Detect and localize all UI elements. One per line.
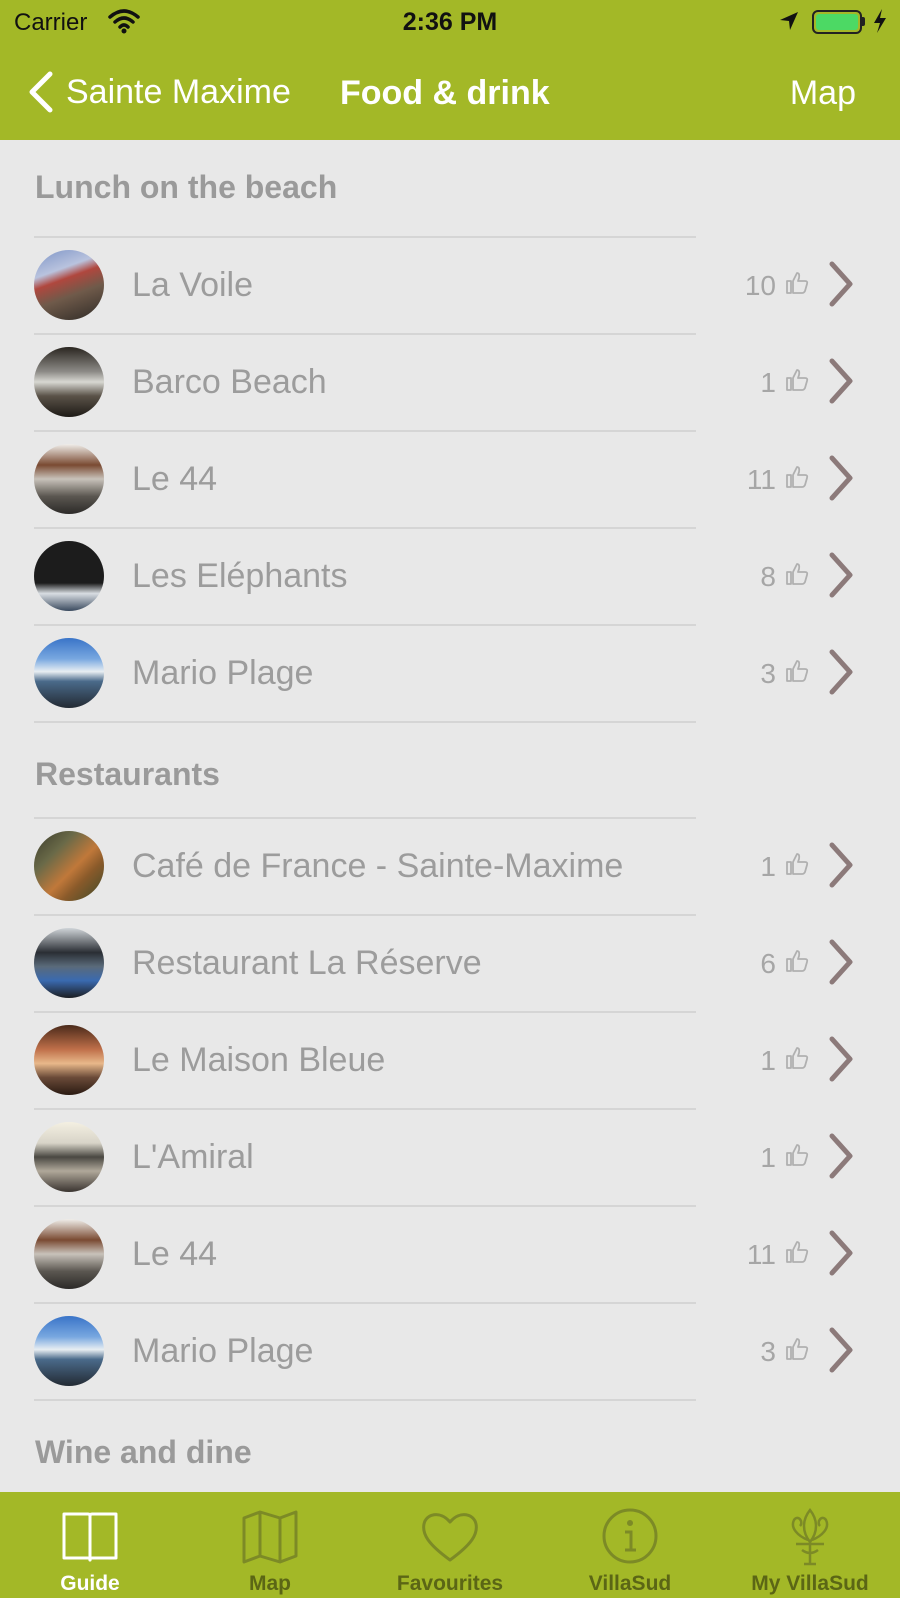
tab-guide[interactable]: Guide <box>0 1492 180 1598</box>
info-icon <box>602 1508 658 1564</box>
book-icon <box>62 1512 118 1562</box>
list-item[interactable]: L'Amiral 1 <box>0 1108 900 1205</box>
like-count: 3 <box>760 1336 776 1367</box>
chevron-right-icon <box>829 1230 853 1276</box>
tab-label: Favourites <box>396 1572 504 1595</box>
place-name: Café de France - Sainte-Maxime <box>132 847 624 885</box>
place-name: Le Maison Bleue <box>132 1041 386 1079</box>
chevron-right-icon <box>829 649 853 695</box>
like-count: 10 <box>744 270 776 301</box>
section-header-restaurants: Restaurants <box>35 756 220 792</box>
chevron-right-icon <box>829 1036 853 1082</box>
place-thumbnail <box>34 250 104 320</box>
tab-label: VillaSud <box>588 1572 672 1595</box>
place-thumbnail <box>34 444 104 514</box>
list-item[interactable]: Les Eléphants 8 <box>0 527 900 624</box>
back-chevron-icon <box>29 71 53 113</box>
thumbs-up-icon <box>786 853 809 875</box>
back-button[interactable]: Sainte Maxime <box>26 68 291 116</box>
like-count: 3 <box>760 658 776 689</box>
thumbs-up-icon <box>786 563 809 585</box>
thumbs-up-icon <box>786 466 809 488</box>
place-thumbnail <box>34 1025 104 1095</box>
like-count: 1 <box>760 367 776 398</box>
section-header-wine: Wine and dine <box>35 1434 252 1470</box>
section-header-lunch: Lunch on the beach <box>35 169 338 205</box>
place-name: Restaurant La Réserve <box>132 944 482 982</box>
place-thumbnail <box>34 1122 104 1192</box>
thumbs-up-icon <box>786 1144 809 1166</box>
status-bar: Carrier 2:36 PM <box>0 0 900 44</box>
like-count: 1 <box>760 1045 776 1076</box>
place-name: L'Amiral <box>132 1138 254 1176</box>
list-item[interactable]: La Voile 10 <box>0 236 900 333</box>
thumbs-up-icon <box>786 369 809 391</box>
list-item[interactable]: Le Maison Bleue 1 <box>0 1011 900 1108</box>
place-name: Le 44 <box>132 1235 218 1273</box>
place-thumbnail <box>34 928 104 998</box>
list-item[interactable]: Barco Beach 1 <box>0 333 900 430</box>
place-name: Les Eléphants <box>132 557 348 595</box>
thumbs-up-icon <box>786 272 809 294</box>
tab-villasud[interactable]: VillaSud <box>540 1492 720 1598</box>
like-count: 8 <box>760 561 776 592</box>
list-item[interactable]: Café de France - Sainte-Maxime 1 <box>0 817 900 914</box>
like-count: 1 <box>760 1142 776 1173</box>
place-list[interactable]: Lunch on the beach La Voile 10 Barco Bea… <box>0 140 900 1492</box>
list-item[interactable]: Mario Plage 3 <box>0 1302 900 1401</box>
tab-map[interactable]: Map <box>180 1492 360 1598</box>
map-icon <box>242 1510 298 1564</box>
like-count: 11 <box>746 1239 776 1270</box>
chevron-right-icon <box>829 552 853 598</box>
navigation-bar: Sainte Maxime Food & drink Map <box>0 44 900 140</box>
thumbs-up-icon <box>786 1338 809 1360</box>
list-item[interactable]: Le 44 11 <box>0 430 900 527</box>
chevron-right-icon <box>829 1327 853 1373</box>
like-count: 6 <box>760 948 776 979</box>
list-item[interactable]: Restaurant La Réserve 6 <box>0 914 900 1011</box>
like-count: 11 <box>746 464 776 495</box>
status-time: 2:36 PM <box>402 8 498 36</box>
place-thumbnail <box>34 347 104 417</box>
chevron-right-icon <box>829 939 853 985</box>
tab-my-villasud[interactable]: My VillaSud <box>720 1492 900 1598</box>
map-button[interactable]: Map <box>790 74 856 113</box>
place-name: Le 44 <box>132 460 218 498</box>
battery-icon <box>812 10 862 34</box>
place-thumbnail <box>34 1219 104 1289</box>
place-thumbnail <box>34 1316 104 1386</box>
thumbs-up-icon <box>786 1047 809 1069</box>
tab-label: My VillaSud <box>751 1572 869 1595</box>
page-title: Food & drink <box>340 74 550 112</box>
place-name: Barco Beach <box>132 363 327 401</box>
like-count: 1 <box>760 851 776 882</box>
chevron-right-icon <box>829 455 853 501</box>
thumbs-up-icon <box>786 950 809 972</box>
chevron-right-icon <box>829 358 853 404</box>
fleur-de-lis-icon <box>791 1507 829 1566</box>
chevron-right-icon <box>829 1133 853 1179</box>
place-thumbnail <box>34 638 104 708</box>
list-item[interactable]: Mario Plage 3 <box>0 624 900 723</box>
place-thumbnail <box>34 541 104 611</box>
chevron-right-icon <box>829 261 853 307</box>
list-item[interactable]: Le 44 11 <box>0 1205 900 1302</box>
tab-bar: Guide Map Favourites VillaSud My VillaSu… <box>0 1492 900 1598</box>
heart-icon <box>422 1513 478 1562</box>
place-name: Mario Plage <box>132 1332 314 1370</box>
place-thumbnail <box>34 831 104 901</box>
thumbs-up-icon <box>786 660 809 682</box>
tab-label: Map <box>249 1572 291 1595</box>
tab-favourites[interactable]: Favourites <box>360 1492 540 1598</box>
thumbs-up-icon <box>786 1241 809 1263</box>
chevron-right-icon <box>829 842 853 888</box>
charging-bolt-icon <box>874 9 886 33</box>
place-name: La Voile <box>132 266 253 304</box>
tab-label: Guide <box>60 1572 120 1595</box>
location-arrow-icon <box>780 12 798 30</box>
back-label: Sainte Maxime <box>66 72 291 111</box>
place-name: Mario Plage <box>132 654 314 692</box>
battery-tip <box>862 17 865 26</box>
